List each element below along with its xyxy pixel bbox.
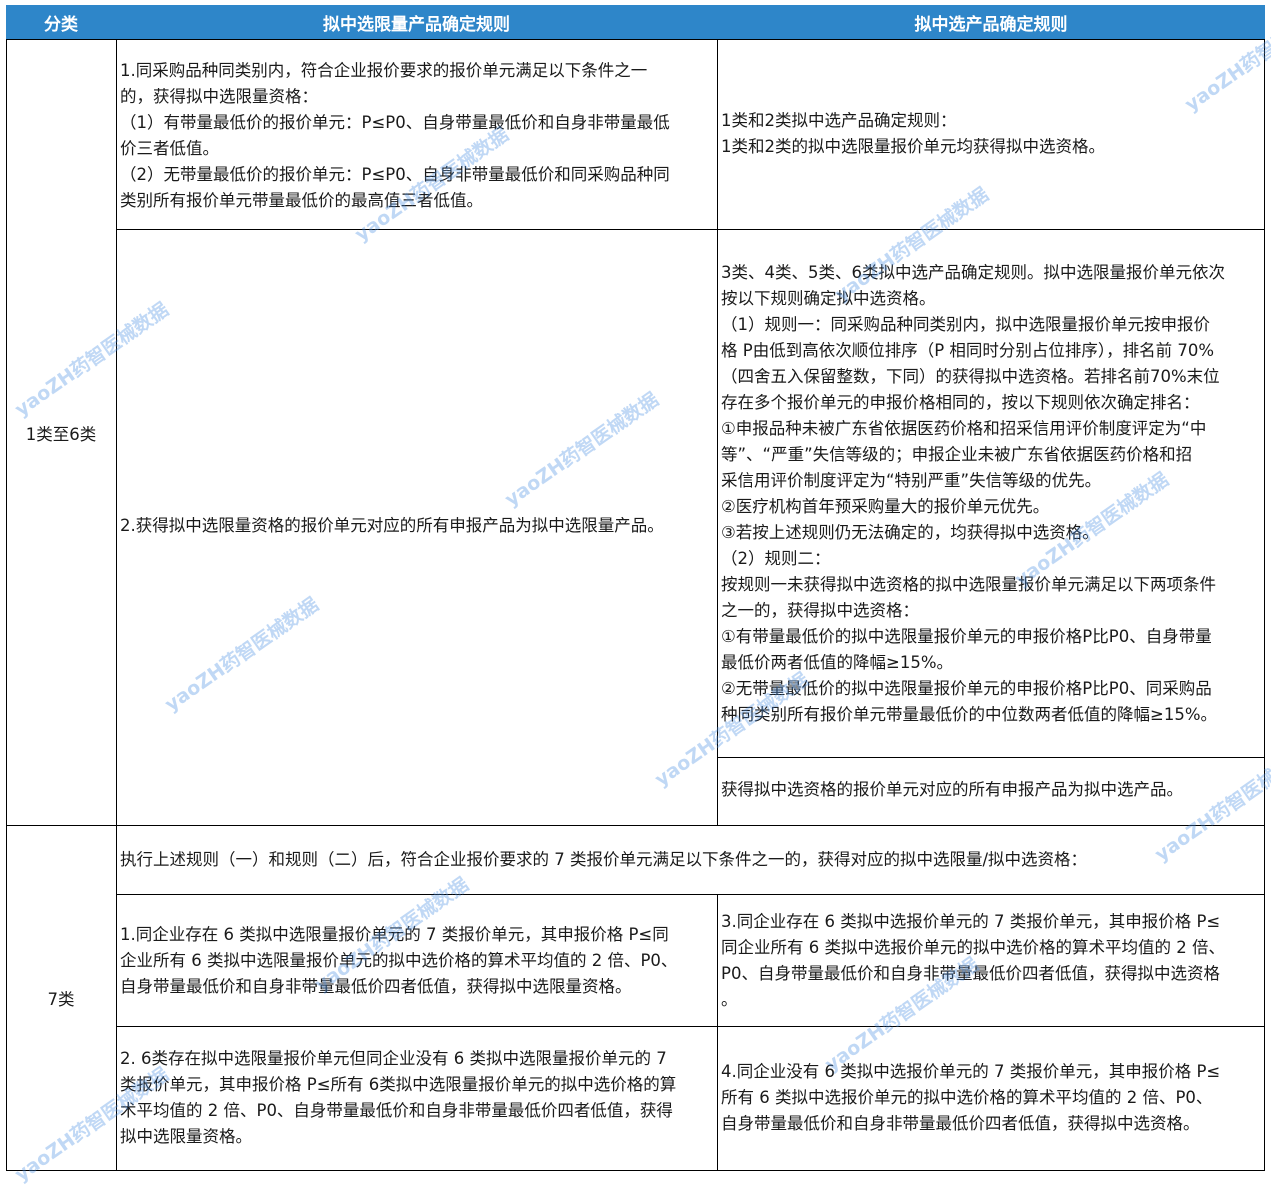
rule-class7-2: 2. 6类存在拟中选限量报价单元但同企业没有 6 类拟中选限量报价单元的 7 类… xyxy=(120,1049,677,1146)
category-1-6: 1类至6类 xyxy=(25,424,97,444)
grid-col-divider-1 xyxy=(116,39,117,1171)
rule-class7-intro: 执行上述规则（一）和规则（二）后，符合企业报价要求的 7 类报价单元满足以下条件… xyxy=(120,850,1088,869)
grid-row-divider-3 xyxy=(6,825,1265,826)
rule-limited-2: 2.获得拟中选限量资格的报价单元对应的所有申报产品为拟中选限量产品。 xyxy=(120,516,664,535)
rule-selected-products: 获得拟中选资格的报价单元对应的所有申报产品为拟中选产品。 xyxy=(721,780,1183,799)
watermark: yaoZH药智医械数据 xyxy=(161,593,323,716)
grid-border-bottom xyxy=(6,1170,1265,1171)
grid-border-top xyxy=(6,39,1265,40)
rule-class7-3: 3.同企业存在 6 类拟中选报价单元的 7 类报价单元，其申报价格 P≤ 同企业… xyxy=(721,912,1225,1009)
rule-selected-1-2: 1类和2类拟中选产品确定规则： 1类和2类的拟中选限量报价单元均获得拟中选资格。 xyxy=(721,111,1105,156)
rule-limited-1: 1.同采购品种同类别内，符合企业报价要求的报价单元满足以下条件之一 的，获得拟中… xyxy=(120,61,670,210)
grid-row-divider-5 xyxy=(116,1026,1265,1027)
grid-col-divider-2b xyxy=(717,894,718,1171)
rule-class7-4: 4.同企业没有 6 类拟中选报价单元的 7 类报价单元，其申报价格 P≤ 所有 … xyxy=(721,1062,1221,1133)
grid-border-right xyxy=(1264,39,1265,1171)
header-limited-rules: 拟中选限量产品确定规则 xyxy=(116,5,717,39)
grid-row-divider-2 xyxy=(717,757,1265,758)
grid-border-left xyxy=(6,39,7,1171)
grid-row-divider-1 xyxy=(116,229,1265,230)
header-category: 分类 xyxy=(6,5,116,39)
rule-selected-3-6: 3类、4类、5类、6类拟中选产品确定规则。拟中选限量报价单元依次 按以下规则确定… xyxy=(721,263,1225,724)
rule-class7-1: 1.同企业存在 6 类拟中选限量报价单元的 7 类报价单元，其申报价格 P≤同 … xyxy=(120,925,678,996)
category-7: 7类 xyxy=(47,990,75,1009)
watermark: yaoZH药智医械数据 xyxy=(501,388,663,511)
header-selected-rules: 拟中选产品确定规则 xyxy=(717,5,1265,39)
grid-col-divider-2a xyxy=(717,39,718,825)
grid-row-divider-4 xyxy=(116,894,1265,895)
